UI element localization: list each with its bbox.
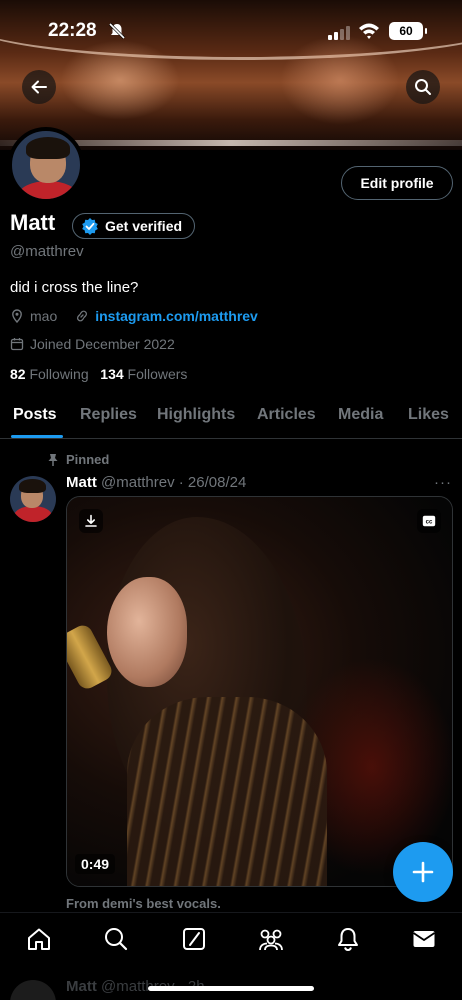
profile-name: Matt: [10, 210, 56, 235]
signal-icon: [328, 26, 350, 40]
pin-icon: [48, 453, 58, 466]
nav-search[interactable]: [102, 925, 130, 953]
profile-joined-row: Joined December 2022: [10, 336, 175, 352]
post-author-name[interactable]: Matt: [66, 474, 97, 491]
banner-glow-right: [280, 35, 400, 125]
tab-likes[interactable]: Likes: [408, 406, 449, 424]
nav-messages[interactable]: [410, 925, 438, 953]
search-icon: [105, 928, 128, 951]
get-verified-label: Get verified: [105, 218, 183, 234]
home-icon: [28, 928, 50, 950]
post-more-button[interactable]: ···: [434, 474, 452, 491]
video-duration: 0:49: [75, 854, 116, 874]
followers-label: Followers: [127, 366, 188, 382]
tab-articles[interactable]: Articles: [257, 406, 316, 424]
plus-icon: [412, 861, 434, 883]
search-button[interactable]: [406, 70, 440, 104]
tab-media[interactable]: Media: [338, 406, 383, 424]
nav-grok[interactable]: [180, 925, 208, 953]
followers-count: 134: [100, 366, 124, 382]
post-header: Matt @matthrev · 26/08/24: [66, 474, 246, 491]
bottom-navigation: [0, 912, 462, 964]
following-label: Following: [29, 366, 89, 382]
communities-icon: [259, 929, 283, 951]
captions-button[interactable]: cc: [417, 509, 441, 533]
following-link[interactable]: 82 Following: [10, 366, 89, 382]
profile-location: mao: [30, 308, 58, 324]
next-post-avatar[interactable]: [10, 980, 56, 1000]
edit-profile-button[interactable]: Edit profile: [341, 166, 453, 200]
verified-badge-icon: [82, 218, 98, 235]
nav-notifications[interactable]: [334, 925, 362, 953]
search-icon: [415, 79, 431, 95]
profile-tabs: Posts Replies Highlights Articles Media …: [0, 397, 462, 439]
next-post-author[interactable]: Matt: [66, 978, 97, 995]
mail-icon: [413, 931, 435, 947]
tab-highlights[interactable]: Highlights: [157, 406, 235, 424]
profile-avatar[interactable]: [8, 127, 84, 203]
follow-counts: 82 Following 134 Followers: [10, 366, 187, 382]
compose-button[interactable]: [393, 842, 453, 902]
post-caption: From demi's best vocals.: [66, 896, 221, 911]
battery-indicator: 60: [389, 22, 427, 40]
following-count: 82: [10, 366, 26, 382]
tab-replies[interactable]: Replies: [80, 406, 137, 424]
profile-bio: did i cross the line?: [10, 279, 139, 296]
profile-handle: @matthrev: [10, 243, 84, 260]
bell-mute-icon: [108, 22, 126, 40]
nav-home[interactable]: [25, 925, 53, 953]
profile-joined-date: Joined December 2022: [30, 336, 175, 352]
download-button[interactable]: [79, 509, 103, 533]
post-author-avatar[interactable]: [10, 476, 56, 522]
back-button[interactable]: [22, 70, 56, 104]
link-icon: [77, 310, 88, 322]
status-bar: 22:28 60: [0, 18, 462, 46]
download-icon: [85, 514, 97, 527]
arrow-left-icon: [31, 80, 47, 94]
calendar-icon: [10, 338, 24, 351]
status-time: 22:28: [48, 20, 97, 41]
grok-icon: [183, 928, 205, 950]
get-verified-button[interactable]: Get verified: [72, 213, 196, 239]
pinned-label: Pinned: [66, 452, 110, 467]
post-video[interactable]: cc 0:49: [66, 496, 453, 887]
bell-icon: [338, 928, 358, 952]
svg-text:cc: cc: [426, 519, 433, 525]
profile-meta-location-link: mao instagram.com/matthrev: [10, 308, 258, 324]
home-indicator[interactable]: [148, 986, 314, 991]
tab-posts[interactable]: Posts: [13, 406, 57, 424]
banner-glow-left: [60, 40, 180, 120]
followers-link[interactable]: 134 Followers: [100, 366, 187, 382]
nav-communities[interactable]: [257, 925, 285, 953]
location-pin-icon: [12, 309, 22, 323]
profile-website-link[interactable]: instagram.com/matthrev: [95, 308, 258, 324]
battery-level: 60: [399, 24, 413, 38]
pinned-indicator: Pinned: [46, 452, 109, 467]
active-tab-indicator: [11, 435, 63, 438]
wifi-icon: [359, 23, 379, 39]
post-handle-date: @matthrev · 26/08/24: [101, 474, 247, 491]
closed-captions-icon: cc: [422, 515, 436, 527]
